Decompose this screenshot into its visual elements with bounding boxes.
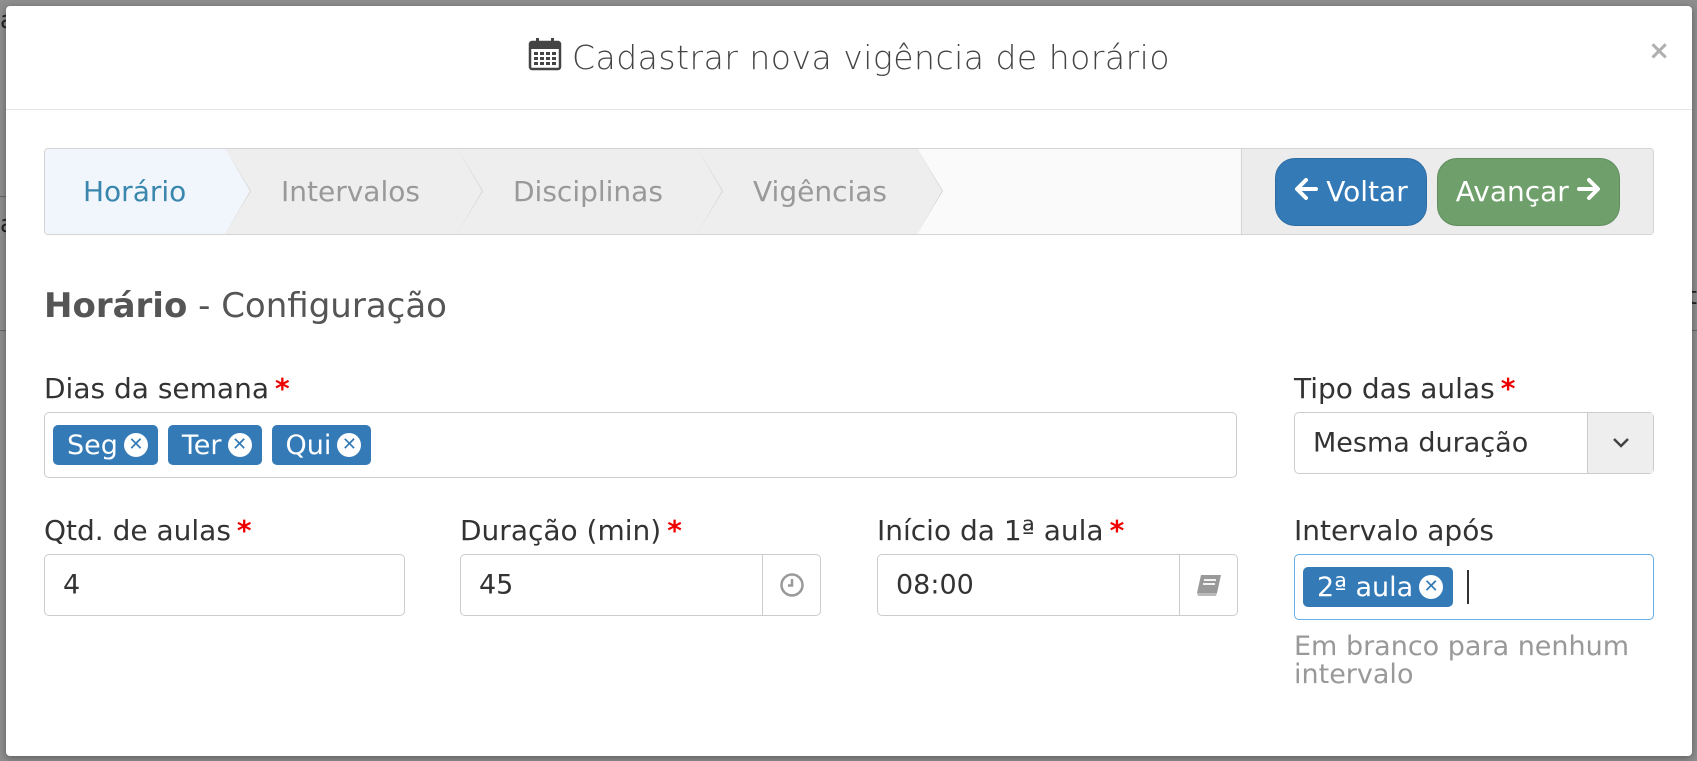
next-button[interactable]: Avançar <box>1436 157 1620 226</box>
first-start-value: 08:00 <box>896 569 974 601</box>
wizard-step-label: Disciplinas <box>513 175 663 208</box>
close-icon[interactable]: × <box>1648 36 1670 66</box>
lesson-type-label: Tipo das aulas * <box>1294 372 1515 405</box>
step-separator <box>457 149 482 234</box>
required-marker: * <box>1109 514 1125 547</box>
wizard-step-label: Intervalos <box>281 175 420 208</box>
book-icon <box>1179 555 1237 615</box>
step-separator <box>225 149 250 234</box>
day-tag-label: Qui <box>285 429 332 461</box>
wizard-steps: Horário Intervalos Disciplinas Vigências… <box>44 148 1654 235</box>
lesson-count-value: 4 <box>63 569 81 601</box>
days-label-text: Dias da semana <box>44 372 269 405</box>
duration-value: 45 <box>479 569 514 601</box>
lesson-count-label-text: Qtd. de aulas <box>44 514 231 547</box>
interval-after-multiselect[interactable]: 2ª aula ✕ <box>1294 554 1654 620</box>
interval-help-text: Em branco para nenhum intervalo <box>1294 631 1630 690</box>
interval-tag-label: 2ª aula <box>1317 571 1414 603</box>
duration-input[interactable]: 45 <box>460 554 821 616</box>
text-cursor <box>1467 570 1470 604</box>
wizard-actions: Voltar Avançar <box>1241 149 1653 234</box>
interval-after-label: Intervalo após <box>1294 514 1494 547</box>
modal-title: Cadastrar nova vigência de horário <box>528 37 1170 79</box>
modal-header: Cadastrar nova vigência de horário × <box>6 6 1692 110</box>
chevron-down-icon[interactable] <box>1587 413 1653 473</box>
required-marker: * <box>667 514 682 547</box>
first-start-input[interactable]: 08:00 <box>877 554 1238 616</box>
remove-tag-icon[interactable]: ✕ <box>1419 575 1444 599</box>
wizard-step-label: Horário <box>83 175 187 208</box>
next-button-label: Avançar <box>1455 175 1569 208</box>
lesson-count-input[interactable]: 4 <box>44 554 405 616</box>
step-separator <box>917 149 942 234</box>
interval-tag: 2ª aula ✕ <box>1303 567 1454 607</box>
lesson-type-select[interactable]: Mesma duração <box>1294 412 1654 474</box>
day-tag-label: Seg <box>67 429 118 461</box>
duration-label: Duração (min) * <box>460 514 682 547</box>
lesson-type-value: Mesma duração <box>1313 427 1529 459</box>
calendar-icon <box>528 37 562 79</box>
remove-tag-icon[interactable]: ✕ <box>337 433 362 457</box>
days-label: Dias da semana * <box>44 372 290 405</box>
remove-tag-icon[interactable]: ✕ <box>123 433 148 457</box>
required-marker: * <box>1500 372 1516 405</box>
wizard-step-vigencias[interactable]: Vigências <box>697 149 943 234</box>
schedule-modal: Cadastrar nova vigência de horário × Hor… <box>6 6 1692 756</box>
section-title-rest: - Configuração <box>187 286 447 326</box>
remove-tag-icon[interactable]: ✕ <box>227 433 252 457</box>
wizard-step-horario[interactable]: Horário <box>45 149 251 234</box>
arrow-left-icon <box>1294 175 1319 208</box>
day-tag: Qui ✕ <box>271 425 372 465</box>
back-button[interactable]: Voltar <box>1275 157 1427 226</box>
wizard-step-disciplinas[interactable]: Disciplinas <box>457 149 723 234</box>
step-separator <box>697 149 722 234</box>
wizard-step-intervalos[interactable]: Intervalos <box>225 149 483 234</box>
lesson-count-label: Qtd. de aulas * <box>44 514 252 547</box>
wizard-step-label: Vigências <box>753 175 887 208</box>
day-tag: Ter ✕ <box>167 425 262 465</box>
lesson-type-label-text: Tipo das aulas <box>1294 372 1495 405</box>
required-marker: * <box>274 372 290 405</box>
first-start-label: Início da 1ª aula * <box>877 514 1124 547</box>
duration-label-text: Duração (min) <box>460 514 662 547</box>
section-title: Horário - Configuração <box>44 286 447 326</box>
day-tag: Seg ✕ <box>53 425 158 465</box>
days-multiselect[interactable]: Seg ✕ Ter ✕ Qui ✕ <box>44 412 1237 478</box>
arrow-right-icon <box>1576 175 1601 208</box>
first-start-label-text: Início da 1ª aula <box>877 514 1104 547</box>
back-button-label: Voltar <box>1326 175 1408 208</box>
modal-title-text: Cadastrar nova vigência de horário <box>571 38 1171 77</box>
clock-icon <box>762 555 820 615</box>
section-title-bold: Horário <box>44 286 188 326</box>
required-marker: * <box>236 514 252 547</box>
day-tag-label: Ter <box>181 429 222 461</box>
